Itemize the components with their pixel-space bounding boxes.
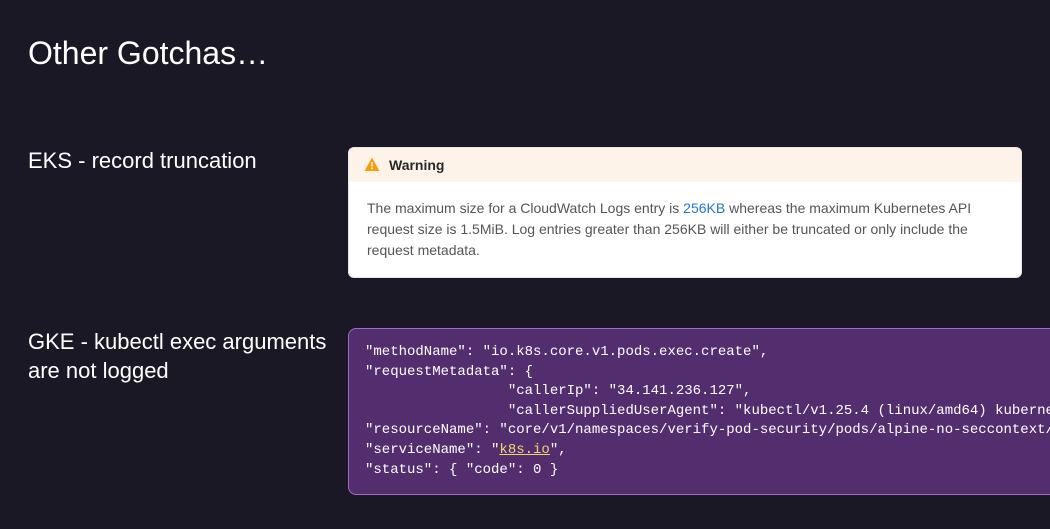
code-line-6a: "serviceName": " <box>365 442 499 458</box>
warning-header: Warning <box>349 148 1021 182</box>
slide-title: Other Gotchas… <box>28 35 1022 72</box>
row-eks: EKS - record truncation Warning The maxi… <box>28 147 1022 278</box>
warning-body-1: The maximum size for a CloudWatch Logs e… <box>367 200 683 216</box>
code-line-1: "methodName": "io.k8s.core.v1.pods.exec.… <box>365 344 768 360</box>
warning-icon <box>363 156 381 174</box>
warning-body: The maximum size for a CloudWatch Logs e… <box>349 182 1021 277</box>
row2-label: GKE - kubectl exec arguments are not log… <box>28 328 328 385</box>
gke-code-block: "methodName": "io.k8s.core.v1.pods.exec.… <box>348 328 1050 495</box>
code-line-4: "callerSuppliedUserAgent": "kubectl/v1.2… <box>365 403 1050 419</box>
code-line-2: "requestMetadata": { <box>365 364 533 380</box>
row1-content: Warning The maximum size for a CloudWatc… <box>348 147 1022 278</box>
code-line-6b: ", <box>550 442 567 458</box>
row1-label: EKS - record truncation <box>28 147 328 176</box>
row1-label-wrap: EKS - record truncation <box>28 147 348 176</box>
code-line-3: "callerIp": "34.141.236.127", <box>365 383 751 399</box>
code-line-5: "resourceName": "core/v1/namespaces/veri… <box>365 422 1050 438</box>
warning-heading: Warning <box>389 157 444 173</box>
code-link-k8s[interactable]: k8s.io <box>499 442 549 458</box>
warning-callout: Warning The maximum size for a CloudWatc… <box>348 147 1022 278</box>
code-line-7: "status": { "code": 0 } <box>365 462 558 478</box>
row-gke: GKE - kubectl exec arguments are not log… <box>28 328 1022 495</box>
row2-content: "methodName": "io.k8s.core.v1.pods.exec.… <box>348 328 1050 495</box>
row2-label-wrap: GKE - kubectl exec arguments are not log… <box>28 328 348 385</box>
warning-link[interactable]: 256KB <box>683 200 725 216</box>
